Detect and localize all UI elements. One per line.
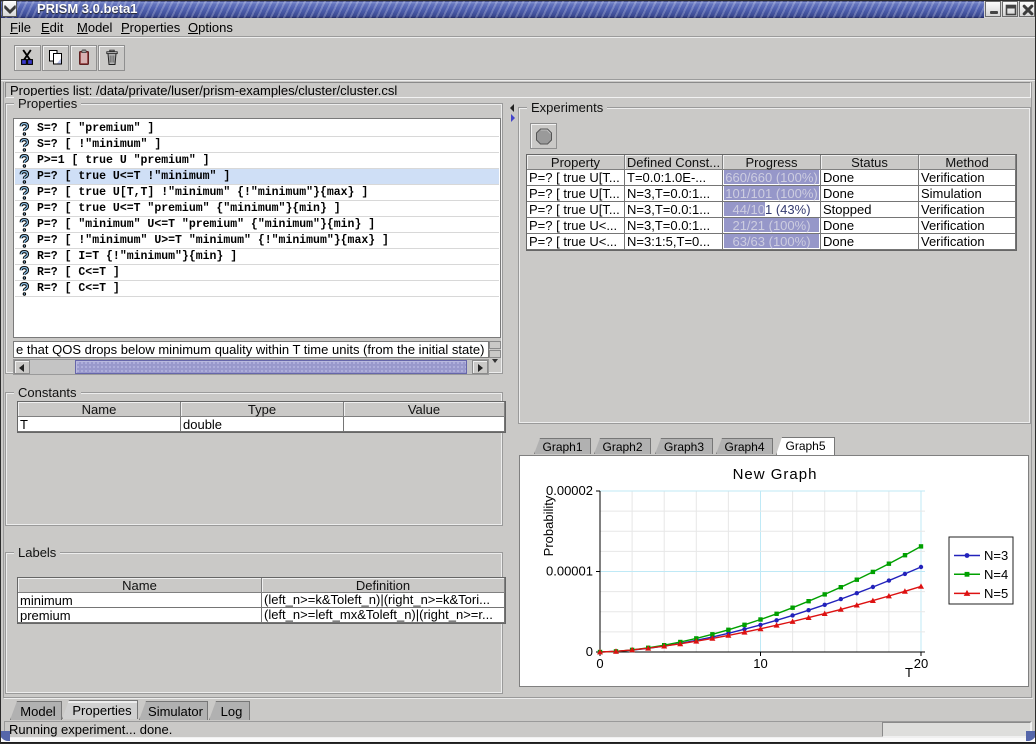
svg-text:0.00001: 0.00001 [546,564,593,579]
svg-text:0: 0 [586,644,593,659]
svg-text:N=3: N=3 [984,548,1008,563]
svg-text:N=4: N=4 [984,567,1008,582]
svg-text:New Graph: New Graph [733,466,818,483]
svg-text:0: 0 [596,656,603,671]
svg-text:T: T [905,665,913,680]
svg-text:Probability: Probability [541,495,556,556]
svg-text:20: 20 [914,656,928,671]
svg-text:10: 10 [753,656,767,671]
svg-text:N=5: N=5 [984,586,1008,601]
